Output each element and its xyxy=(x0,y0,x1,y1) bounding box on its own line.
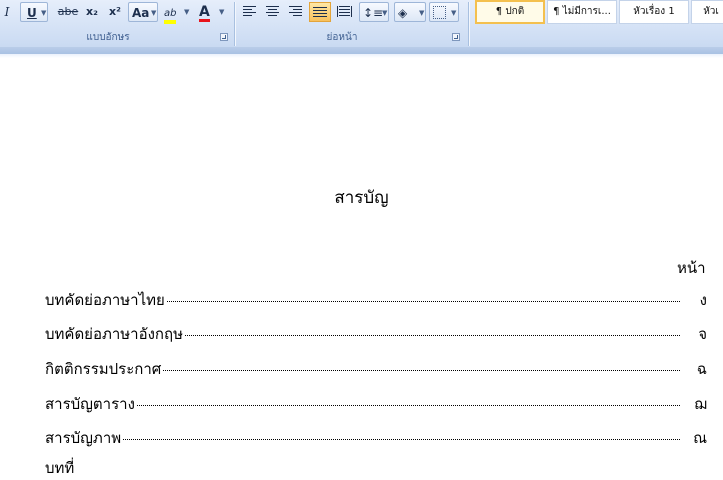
toc-entry-cut-off: บทที่ xyxy=(45,459,75,477)
strikethrough-button[interactable]: abe xyxy=(56,2,80,22)
align-left-button[interactable] xyxy=(240,2,260,22)
italic-button[interactable]: I xyxy=(0,2,14,22)
toc-entry: สารบัญภาพ ณ xyxy=(45,426,710,450)
style-no-spacing[interactable]: ¶ ไม่มีการเ... xyxy=(547,0,617,24)
toc-leader-dots xyxy=(45,439,680,440)
ribbon: I U ▼ abe x₂ x² Aa ▼ ab ▼ A ▼ แบบอักษร ↕… xyxy=(0,0,723,48)
font-dialog-launcher[interactable] xyxy=(220,33,228,41)
toc-entry-label: สารบัญตาราง xyxy=(45,392,137,416)
chevron-down-icon: ▼ xyxy=(382,9,388,17)
change-case-icon: Aa xyxy=(132,6,150,20)
border-icon xyxy=(433,5,446,19)
align-center-button[interactable] xyxy=(263,2,283,22)
change-case-button[interactable]: Aa ▼ xyxy=(128,2,158,22)
style-normal[interactable]: ¶ ปกติ xyxy=(475,0,545,24)
group-separator xyxy=(468,2,469,46)
chevron-down-icon: ▼ xyxy=(41,9,47,17)
toc-entry: สารบัญตาราง ฌ xyxy=(45,392,710,416)
underline-button[interactable]: U ▼ xyxy=(20,2,48,22)
toc-entry: กิตติกรรมประกาศ ฉ xyxy=(45,357,710,381)
toc-leader-dots xyxy=(45,405,680,406)
line-spacing-button[interactable]: ↕≡ ▼ xyxy=(359,2,389,22)
ribbon-divider xyxy=(0,47,723,54)
chevron-down-icon: ▼ xyxy=(151,9,157,17)
toc-entry: บทคัดย่อภาษาอังกฤษ จ xyxy=(45,322,710,346)
toc-entry-page: จ xyxy=(698,325,707,343)
toc-entry-page: ง xyxy=(699,291,707,309)
toc-entry-label: บทคัดย่อภาษาไทย xyxy=(45,288,167,312)
line-spacing-icon: ↕≡ xyxy=(363,6,384,20)
font-group-label: แบบอักษร xyxy=(86,32,130,43)
toc-entry: บทคัดย่อภาษาไทย ง xyxy=(45,288,710,312)
borders-button[interactable]: ▼ xyxy=(429,2,459,22)
toc-entry-label: บทคัดย่อภาษาอังกฤษ xyxy=(45,322,185,346)
font-group: I U ▼ abe x₂ x² Aa ▼ ab ▼ A ▼ แบบอักษร xyxy=(0,0,233,47)
align-right-button[interactable] xyxy=(286,2,306,22)
distribute-icon xyxy=(337,6,352,17)
toc-entry-page: ฉ xyxy=(696,360,707,378)
paragraph-group: ↕≡ ▼ ◈ ▼ ▼ ย่อหน้า xyxy=(236,0,468,47)
style-heading-1[interactable]: หัวเรื่อง 1 xyxy=(619,0,689,24)
toc-entry-page: ฌ xyxy=(694,395,707,413)
chevron-down-icon: ▼ xyxy=(419,9,425,17)
chevron-down-icon: ▼ xyxy=(451,9,457,17)
justify-button[interactable] xyxy=(309,2,331,22)
underline-icon: U xyxy=(27,6,37,20)
superscript-button[interactable]: x² xyxy=(105,2,125,22)
font-color-icon: A xyxy=(199,4,210,22)
align-center-icon xyxy=(266,6,279,17)
justify-icon xyxy=(313,7,327,18)
page-column-header: หน้า xyxy=(677,259,706,277)
toc-title: สารบัญ xyxy=(334,188,389,208)
paragraph-group-label: ย่อหน้า xyxy=(326,32,358,43)
toc-entry-label: สารบัญภาพ xyxy=(45,426,124,450)
align-left-icon xyxy=(243,6,256,17)
styles-gallery: ¶ ปกติ ¶ ไม่มีการเ... หัวเรื่อง 1 หัวเ xyxy=(470,0,723,47)
group-separator xyxy=(234,2,235,46)
toc-entry-page: ณ xyxy=(693,429,707,447)
distribute-button[interactable] xyxy=(334,2,354,22)
subscript-button[interactable]: x₂ xyxy=(82,2,102,22)
chevron-down-icon: ▼ xyxy=(184,8,190,16)
document-top-shadow xyxy=(0,54,723,58)
chevron-down-icon: ▼ xyxy=(219,8,225,16)
paragraph-dialog-launcher[interactable] xyxy=(452,33,460,41)
style-heading-2[interactable]: หัวเ xyxy=(691,0,723,24)
align-right-icon xyxy=(289,6,302,17)
paint-bucket-icon: ◈ xyxy=(398,6,408,20)
shading-button[interactable]: ◈ ▼ xyxy=(394,2,426,22)
font-color-button[interactable]: A ▼ xyxy=(195,2,227,22)
highlighter-icon: ab xyxy=(164,8,177,24)
toc-entry-label: กิตติกรรมประกาศ xyxy=(45,357,164,381)
highlight-button[interactable]: ab ▼ xyxy=(161,2,191,24)
